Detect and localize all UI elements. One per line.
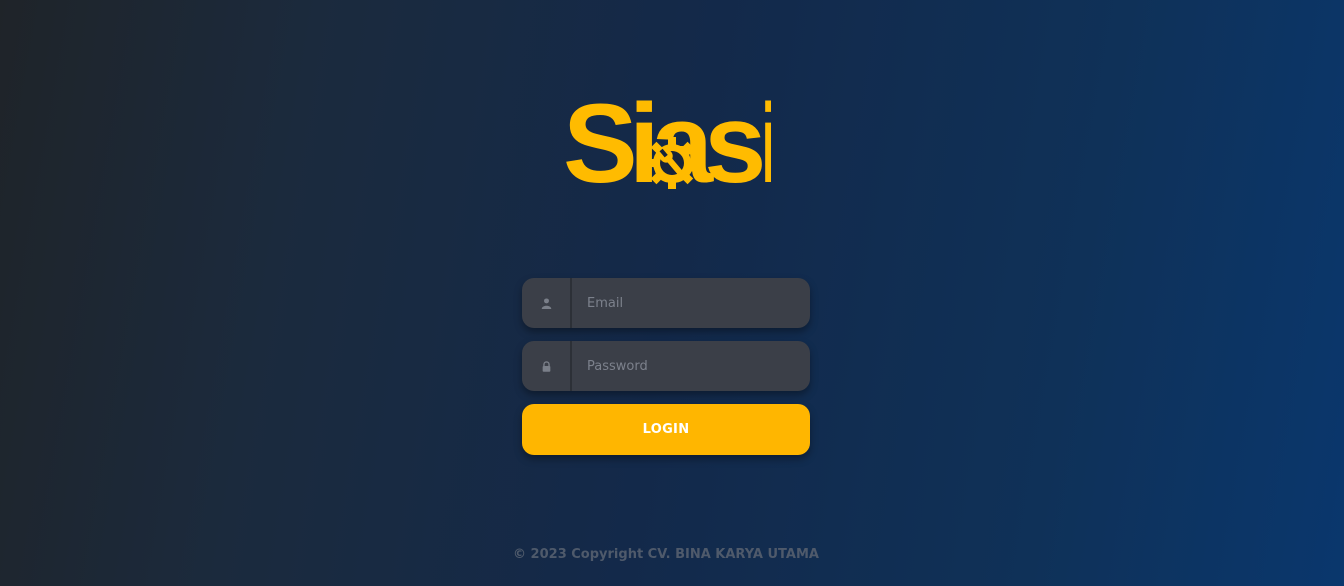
user-icon (522, 278, 572, 328)
password-input[interactable] (572, 341, 810, 391)
email-field (522, 278, 810, 328)
password-field (522, 341, 810, 391)
brand-logo: Siasi (563, 81, 790, 206)
gear-wrench-icon (646, 137, 698, 189)
lock-icon (522, 341, 572, 391)
copyright-footer: © 2023 Copyright CV. BINA KARYA UTAMA (513, 547, 819, 562)
login-button[interactable]: LOGIN (522, 404, 810, 455)
email-input[interactable] (572, 278, 810, 328)
